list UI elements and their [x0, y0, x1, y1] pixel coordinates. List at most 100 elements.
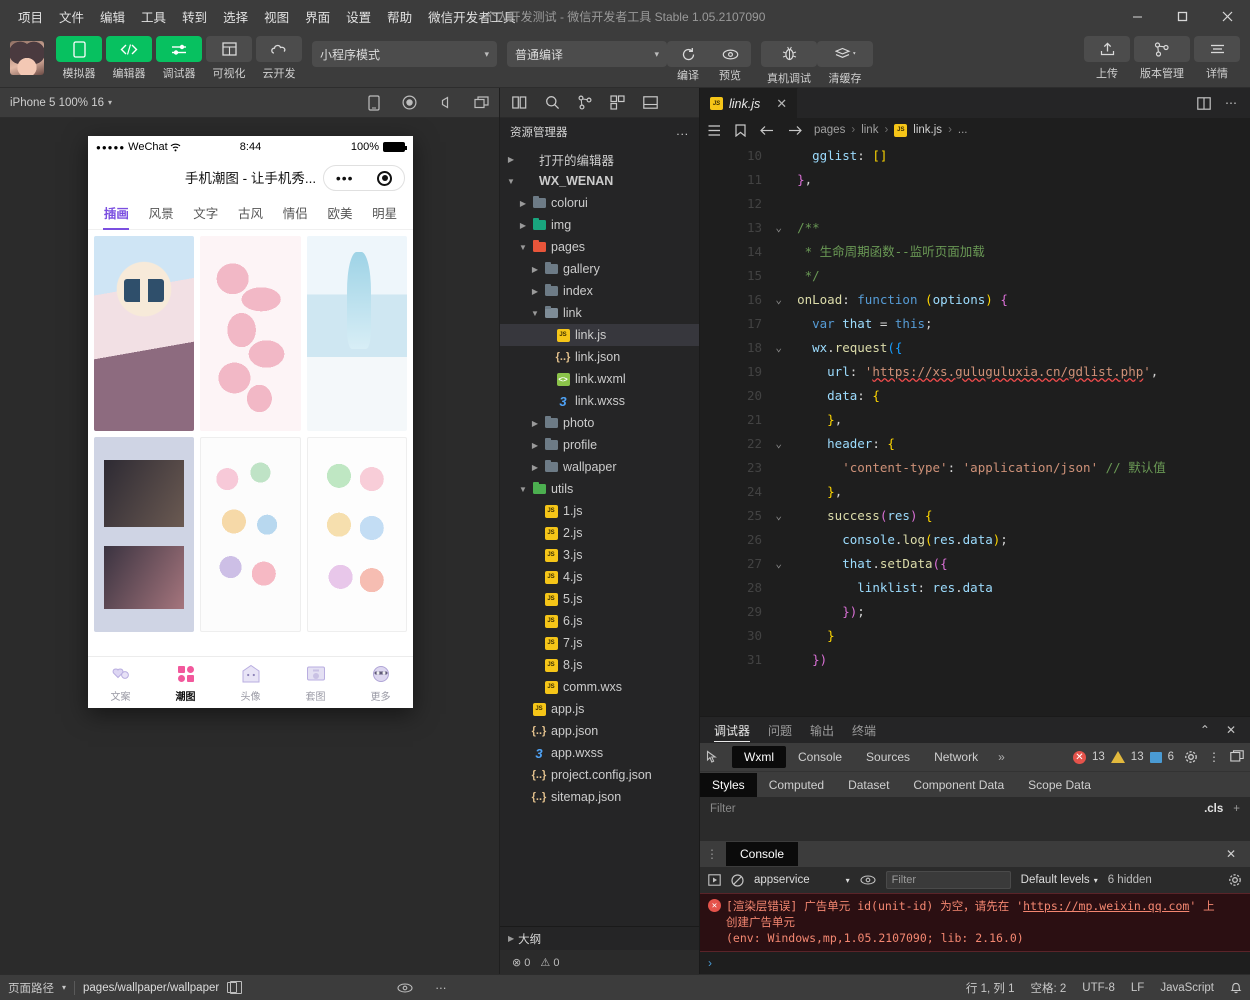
tree-item-gallery[interactable]: ▶ gallery: [500, 258, 699, 280]
details-button[interactable]: 详情: [1194, 36, 1240, 81]
add-rule-button[interactable]: +: [1233, 803, 1240, 815]
styles-tab-styles[interactable]: Styles: [700, 772, 757, 797]
phone-tabbar-潮图[interactable]: 潮图: [153, 663, 218, 703]
menu-item-转到[interactable]: 转到: [174, 3, 215, 30]
editor-more-icon[interactable]: ⋯: [1225, 96, 1238, 110]
tree-project-root[interactable]: ▼ WX_WENAN: [500, 170, 699, 192]
styles-tab-scope-data[interactable]: Scope Data: [1016, 773, 1103, 797]
eol-setting[interactable]: LF: [1131, 982, 1144, 994]
list-icon[interactable]: [708, 124, 721, 136]
breadcrumb-item-link[interactable]: link: [861, 124, 878, 136]
minimize-button[interactable]: [1115, 0, 1160, 32]
tree-item-index[interactable]: ▶ index: [500, 280, 699, 302]
forward-arrow-icon[interactable]: [788, 125, 802, 136]
capsule-close-icon[interactable]: [377, 170, 393, 186]
gear-icon[interactable]: [1184, 750, 1198, 764]
chevron-down-icon[interactable]: ▼: [528, 309, 542, 318]
tree-item-link.wxss[interactable]: 3 link.wxss: [500, 390, 699, 412]
chevron-down-icon[interactable]: ▼: [504, 177, 518, 186]
code-editor[interactable]: 10 11 12 13 ⌄ 14 15 16 ⌄ 17 18 ⌄ 19 20 21 22 ⌄ 23 24 25 ⌄ 26 2…: [700, 142, 1250, 716]
collapse-panel-icon[interactable]: ⌃: [1200, 723, 1210, 737]
maximize-button[interactable]: [1160, 0, 1205, 32]
grid-image-4[interactable]: [94, 437, 195, 632]
chevron-right-icon[interactable]: ▶: [528, 463, 542, 472]
fold-chevron-icon[interactable]: ⌄: [775, 432, 782, 456]
console-drag-handle[interactable]: ⋮: [706, 847, 718, 861]
debugger-toggle-button[interactable]: 调试器: [156, 36, 202, 81]
console-prompt[interactable]: ›: [700, 952, 1250, 974]
extensions-icon[interactable]: [610, 95, 625, 110]
split-editor-icon[interactable]: [1197, 96, 1211, 110]
tree-item-project.config.json[interactable]: {..} project.config.json: [500, 764, 699, 786]
tree-item-4.js[interactable]: JS 4.js: [500, 566, 699, 588]
indent-setting[interactable]: 空格: 2: [1031, 980, 1067, 996]
devtools-overflow-icon[interactable]: »: [990, 750, 1013, 764]
phone-tabbar-更多[interactable]: 更多: [348, 663, 413, 703]
console-settings-icon[interactable]: [1228, 873, 1242, 887]
phone-tab-3[interactable]: 古风: [228, 196, 273, 230]
grid-image-3[interactable]: [306, 236, 407, 431]
cls-button[interactable]: .cls: [1204, 803, 1223, 815]
tree-item-app.wxss[interactable]: 3 app.wxss: [500, 742, 699, 764]
tree-open-editors[interactable]: ▶ 打开的编辑器: [500, 148, 699, 170]
chevron-down-icon[interactable]: ▾: [108, 98, 112, 107]
tree-item-app.json[interactable]: {..} app.json: [500, 720, 699, 742]
chevron-right-icon[interactable]: ▶: [528, 419, 542, 428]
fold-chevron-icon[interactable]: ⌄: [775, 504, 782, 528]
tree-item-link.js[interactable]: JS link.js: [500, 324, 699, 346]
breadcrumb-item-pages[interactable]: pages: [814, 124, 845, 136]
encoding-setting[interactable]: UTF-8: [1082, 982, 1115, 994]
wechat-capsule-button[interactable]: •••: [323, 165, 405, 191]
phone-tab-1[interactable]: 风景: [139, 196, 184, 230]
grid-image-6[interactable]: [306, 437, 407, 632]
menu-item-工具[interactable]: 工具: [133, 3, 174, 30]
console-filter-input[interactable]: Filter: [885, 871, 1011, 889]
devtools-more-icon[interactable]: ⋮: [1208, 750, 1220, 764]
console-eye-icon[interactable]: [860, 875, 876, 885]
remote-debug-button[interactable]: 真机调试: [761, 41, 817, 86]
menu-item-微信开发者工具[interactable]: 微信开发者工具: [420, 3, 524, 30]
grid-image-5[interactable]: [200, 437, 301, 632]
phone-tabbar-头像[interactable]: 头像: [218, 663, 283, 703]
source-control-icon[interactable]: [578, 95, 592, 110]
grid-image-1[interactable]: [94, 236, 195, 431]
editor-toggle-button[interactable]: 编辑器: [106, 36, 152, 81]
fold-chevron-icon[interactable]: ⌄: [775, 336, 782, 360]
phone-tab-0[interactable]: 插画: [94, 196, 139, 230]
devtools-dock-icon[interactable]: [1230, 750, 1244, 764]
back-arrow-icon[interactable]: [760, 125, 774, 136]
tree-item-3.js[interactable]: JS 3.js: [500, 544, 699, 566]
tree-item-img[interactable]: ▶ img: [500, 214, 699, 236]
phone-tab-6[interactable]: 明星: [362, 196, 407, 230]
close-tab-icon[interactable]: ✕: [776, 96, 787, 112]
grid-image-2[interactable]: [200, 236, 301, 431]
panel-tab-output[interactable]: 输出: [810, 717, 834, 743]
tree-item-wallpaper[interactable]: ▶ wallpaper: [500, 456, 699, 478]
tree-item-8.js[interactable]: JS 8.js: [500, 654, 699, 676]
tree-item-sitemap.json[interactable]: {..} sitemap.json: [500, 786, 699, 808]
page-path-value[interactable]: pages/wallpaper/wallpaper: [83, 982, 219, 994]
menu-item-项目[interactable]: 项目: [10, 3, 51, 30]
cursor-position[interactable]: 行 1, 列 1: [966, 980, 1015, 996]
menu-item-帮助[interactable]: 帮助: [379, 3, 420, 30]
cloud-dev-button[interactable]: 云开发: [256, 36, 302, 81]
fold-chevron-icon[interactable]: ⌄: [775, 288, 782, 312]
chevron-right-icon[interactable]: ▶: [508, 934, 514, 943]
console-levels-select[interactable]: Default levels ▾: [1021, 874, 1098, 886]
breadcrumb-item-file[interactable]: link.js: [913, 124, 942, 136]
device-selector[interactable]: iPhone 5 100% 16: [10, 97, 104, 109]
clear-console-icon[interactable]: [731, 873, 744, 887]
chevron-right-icon[interactable]: ▶: [516, 199, 530, 208]
tree-item-photo[interactable]: ▶ photo: [500, 412, 699, 434]
tree-item-link.json[interactable]: {..} link.json: [500, 346, 699, 368]
tree-item-2.js[interactable]: JS 2.js: [500, 522, 699, 544]
capsule-more-icon[interactable]: •••: [336, 170, 354, 186]
mode-select[interactable]: 小程序模式 ▾: [312, 41, 497, 67]
copy-icon[interactable]: [227, 981, 243, 994]
console-hidden-count[interactable]: 6 hidden: [1108, 874, 1152, 886]
styles-filter-input[interactable]: Filter: [710, 803, 736, 815]
preview-eye-icon[interactable]: [397, 982, 413, 993]
tree-item-pages[interactable]: ▼ pages: [500, 236, 699, 258]
fold-chevron-icon[interactable]: ⌄: [775, 216, 782, 240]
phone-tab-5[interactable]: 欧美: [318, 196, 363, 230]
